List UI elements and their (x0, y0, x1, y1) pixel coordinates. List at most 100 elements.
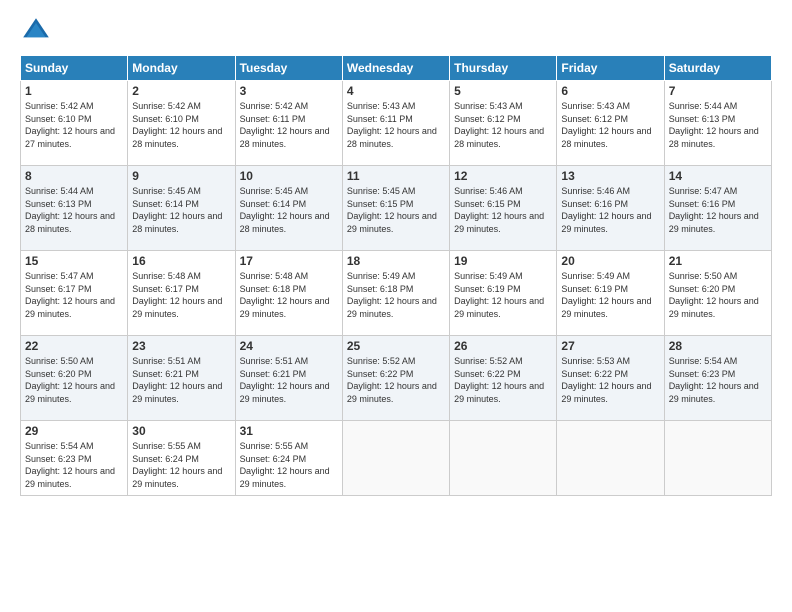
day-info: Sunrise: 5:55 AMSunset: 6:24 PMDaylight:… (240, 441, 330, 489)
day-info: Sunrise: 5:42 AMSunset: 6:10 PMDaylight:… (132, 101, 222, 149)
day-info: Sunrise: 5:45 AMSunset: 6:14 PMDaylight:… (240, 186, 330, 234)
day-number: 14 (669, 169, 767, 183)
day-info: Sunrise: 5:43 AMSunset: 6:12 PMDaylight:… (561, 101, 651, 149)
day-info: Sunrise: 5:51 AMSunset: 6:21 PMDaylight:… (132, 356, 222, 404)
day-info: Sunrise: 5:54 AMSunset: 6:23 PMDaylight:… (25, 441, 115, 489)
weekday-header-wednesday: Wednesday (342, 56, 449, 81)
calendar: SundayMondayTuesdayWednesdayThursdayFrid… (20, 55, 772, 496)
calendar-cell: 1 Sunrise: 5:42 AMSunset: 6:10 PMDayligh… (21, 81, 128, 166)
day-number: 13 (561, 169, 659, 183)
day-number: 15 (25, 254, 123, 268)
calendar-cell: 17 Sunrise: 5:48 AMSunset: 6:18 PMDaylig… (235, 251, 342, 336)
calendar-cell: 11 Sunrise: 5:45 AMSunset: 6:15 PMDaylig… (342, 166, 449, 251)
day-info: Sunrise: 5:47 AMSunset: 6:17 PMDaylight:… (25, 271, 115, 319)
weekday-header-monday: Monday (128, 56, 235, 81)
calendar-cell: 24 Sunrise: 5:51 AMSunset: 6:21 PMDaylig… (235, 336, 342, 421)
calendar-cell: 5 Sunrise: 5:43 AMSunset: 6:12 PMDayligh… (450, 81, 557, 166)
day-info: Sunrise: 5:49 AMSunset: 6:19 PMDaylight:… (561, 271, 651, 319)
calendar-cell: 8 Sunrise: 5:44 AMSunset: 6:13 PMDayligh… (21, 166, 128, 251)
day-info: Sunrise: 5:43 AMSunset: 6:11 PMDaylight:… (347, 101, 437, 149)
day-number: 22 (25, 339, 123, 353)
calendar-cell (664, 421, 771, 496)
calendar-cell: 28 Sunrise: 5:54 AMSunset: 6:23 PMDaylig… (664, 336, 771, 421)
day-number: 31 (240, 424, 338, 438)
day-number: 2 (132, 84, 230, 98)
calendar-cell: 27 Sunrise: 5:53 AMSunset: 6:22 PMDaylig… (557, 336, 664, 421)
day-number: 1 (25, 84, 123, 98)
day-info: Sunrise: 5:50 AMSunset: 6:20 PMDaylight:… (669, 271, 759, 319)
calendar-cell: 19 Sunrise: 5:49 AMSunset: 6:19 PMDaylig… (450, 251, 557, 336)
day-info: Sunrise: 5:49 AMSunset: 6:19 PMDaylight:… (454, 271, 544, 319)
day-number: 12 (454, 169, 552, 183)
calendar-cell: 16 Sunrise: 5:48 AMSunset: 6:17 PMDaylig… (128, 251, 235, 336)
day-info: Sunrise: 5:42 AMSunset: 6:10 PMDaylight:… (25, 101, 115, 149)
day-number: 17 (240, 254, 338, 268)
day-info: Sunrise: 5:42 AMSunset: 6:11 PMDaylight:… (240, 101, 330, 149)
day-info: Sunrise: 5:45 AMSunset: 6:14 PMDaylight:… (132, 186, 222, 234)
day-number: 3 (240, 84, 338, 98)
calendar-cell (450, 421, 557, 496)
day-number: 8 (25, 169, 123, 183)
calendar-cell: 21 Sunrise: 5:50 AMSunset: 6:20 PMDaylig… (664, 251, 771, 336)
calendar-cell: 29 Sunrise: 5:54 AMSunset: 6:23 PMDaylig… (21, 421, 128, 496)
day-info: Sunrise: 5:46 AMSunset: 6:15 PMDaylight:… (454, 186, 544, 234)
calendar-cell: 20 Sunrise: 5:49 AMSunset: 6:19 PMDaylig… (557, 251, 664, 336)
day-info: Sunrise: 5:44 AMSunset: 6:13 PMDaylight:… (25, 186, 115, 234)
calendar-cell: 15 Sunrise: 5:47 AMSunset: 6:17 PMDaylig… (21, 251, 128, 336)
day-number: 6 (561, 84, 659, 98)
day-number: 10 (240, 169, 338, 183)
calendar-cell (557, 421, 664, 496)
calendar-cell: 12 Sunrise: 5:46 AMSunset: 6:15 PMDaylig… (450, 166, 557, 251)
day-number: 24 (240, 339, 338, 353)
day-info: Sunrise: 5:43 AMSunset: 6:12 PMDaylight:… (454, 101, 544, 149)
day-number: 16 (132, 254, 230, 268)
day-number: 28 (669, 339, 767, 353)
logo (20, 15, 56, 47)
day-number: 9 (132, 169, 230, 183)
day-number: 7 (669, 84, 767, 98)
day-number: 20 (561, 254, 659, 268)
day-info: Sunrise: 5:52 AMSunset: 6:22 PMDaylight:… (454, 356, 544, 404)
day-number: 5 (454, 84, 552, 98)
day-info: Sunrise: 5:46 AMSunset: 6:16 PMDaylight:… (561, 186, 651, 234)
day-number: 23 (132, 339, 230, 353)
day-info: Sunrise: 5:49 AMSunset: 6:18 PMDaylight:… (347, 271, 437, 319)
weekday-header-friday: Friday (557, 56, 664, 81)
calendar-cell: 25 Sunrise: 5:52 AMSunset: 6:22 PMDaylig… (342, 336, 449, 421)
calendar-cell: 23 Sunrise: 5:51 AMSunset: 6:21 PMDaylig… (128, 336, 235, 421)
day-info: Sunrise: 5:54 AMSunset: 6:23 PMDaylight:… (669, 356, 759, 404)
calendar-cell: 6 Sunrise: 5:43 AMSunset: 6:12 PMDayligh… (557, 81, 664, 166)
weekday-header-tuesday: Tuesday (235, 56, 342, 81)
calendar-cell: 10 Sunrise: 5:45 AMSunset: 6:14 PMDaylig… (235, 166, 342, 251)
day-number: 19 (454, 254, 552, 268)
page: SundayMondayTuesdayWednesdayThursdayFrid… (0, 0, 792, 612)
day-info: Sunrise: 5:55 AMSunset: 6:24 PMDaylight:… (132, 441, 222, 489)
calendar-cell: 2 Sunrise: 5:42 AMSunset: 6:10 PMDayligh… (128, 81, 235, 166)
day-number: 25 (347, 339, 445, 353)
day-info: Sunrise: 5:45 AMSunset: 6:15 PMDaylight:… (347, 186, 437, 234)
day-number: 4 (347, 84, 445, 98)
day-number: 26 (454, 339, 552, 353)
day-number: 30 (132, 424, 230, 438)
calendar-cell: 14 Sunrise: 5:47 AMSunset: 6:16 PMDaylig… (664, 166, 771, 251)
weekday-header-thursday: Thursday (450, 56, 557, 81)
calendar-cell: 13 Sunrise: 5:46 AMSunset: 6:16 PMDaylig… (557, 166, 664, 251)
day-info: Sunrise: 5:52 AMSunset: 6:22 PMDaylight:… (347, 356, 437, 404)
day-number: 18 (347, 254, 445, 268)
day-number: 29 (25, 424, 123, 438)
weekday-header-sunday: Sunday (21, 56, 128, 81)
calendar-cell: 22 Sunrise: 5:50 AMSunset: 6:20 PMDaylig… (21, 336, 128, 421)
day-info: Sunrise: 5:47 AMSunset: 6:16 PMDaylight:… (669, 186, 759, 234)
day-number: 21 (669, 254, 767, 268)
calendar-cell (342, 421, 449, 496)
calendar-cell: 30 Sunrise: 5:55 AMSunset: 6:24 PMDaylig… (128, 421, 235, 496)
calendar-cell: 26 Sunrise: 5:52 AMSunset: 6:22 PMDaylig… (450, 336, 557, 421)
day-info: Sunrise: 5:51 AMSunset: 6:21 PMDaylight:… (240, 356, 330, 404)
calendar-cell: 4 Sunrise: 5:43 AMSunset: 6:11 PMDayligh… (342, 81, 449, 166)
calendar-cell: 9 Sunrise: 5:45 AMSunset: 6:14 PMDayligh… (128, 166, 235, 251)
calendar-cell: 31 Sunrise: 5:55 AMSunset: 6:24 PMDaylig… (235, 421, 342, 496)
logo-icon (20, 15, 52, 47)
day-number: 27 (561, 339, 659, 353)
day-info: Sunrise: 5:48 AMSunset: 6:17 PMDaylight:… (132, 271, 222, 319)
day-info: Sunrise: 5:50 AMSunset: 6:20 PMDaylight:… (25, 356, 115, 404)
